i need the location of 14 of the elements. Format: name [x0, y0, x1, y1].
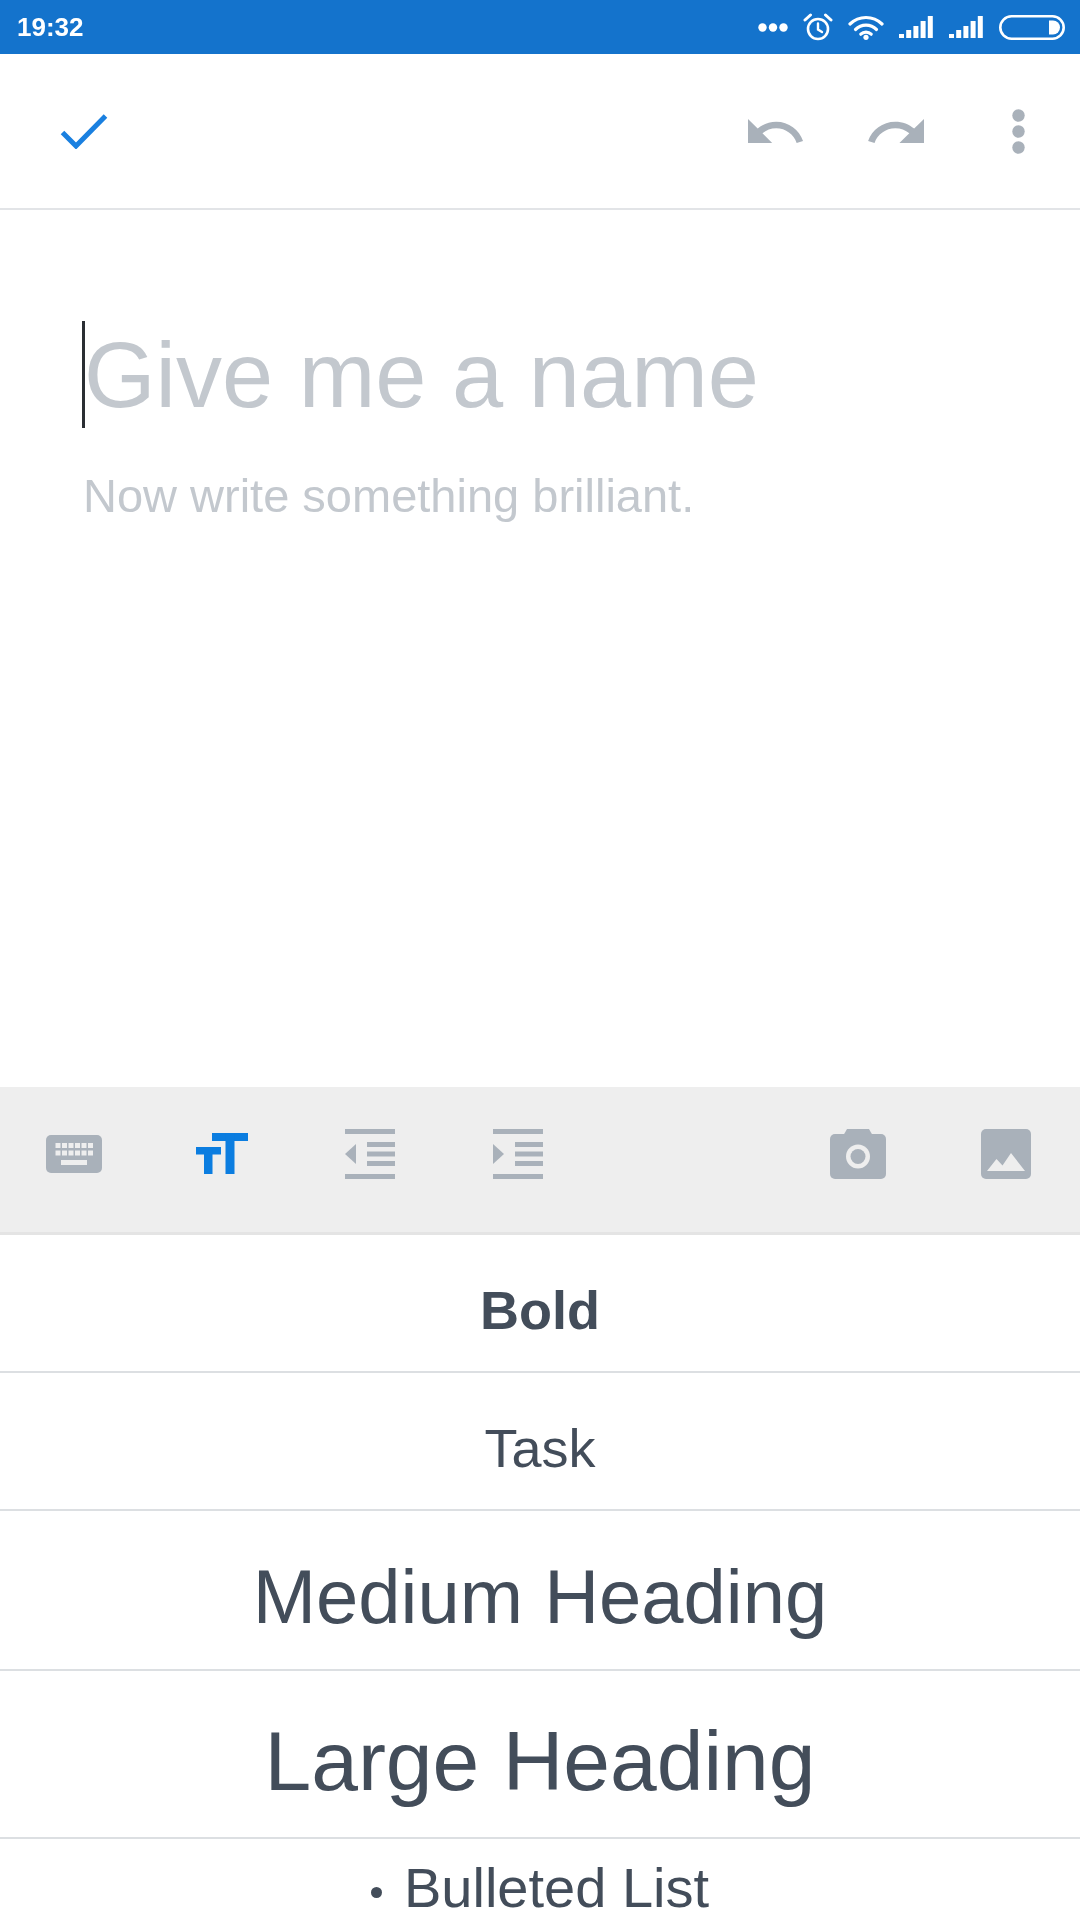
signal-icon: [899, 16, 934, 38]
redo-icon: [868, 119, 924, 143]
signal-icon: [949, 16, 984, 38]
battery-icon: [999, 14, 1065, 40]
alarm-clock-icon: [803, 12, 833, 42]
wifi-icon: [848, 14, 884, 40]
check-icon: [60, 113, 108, 149]
title-field[interactable]: Give me a name: [83, 315, 1020, 435]
ellipsis-icon: [758, 22, 788, 32]
undo-icon: [747, 119, 805, 143]
bullet-icon: [370, 1887, 382, 1898]
body-field[interactable]: Now write something brilliant.: [83, 468, 1020, 1087]
more-icon: [1011, 108, 1025, 154]
status-time: 19:32: [17, 12, 84, 42]
